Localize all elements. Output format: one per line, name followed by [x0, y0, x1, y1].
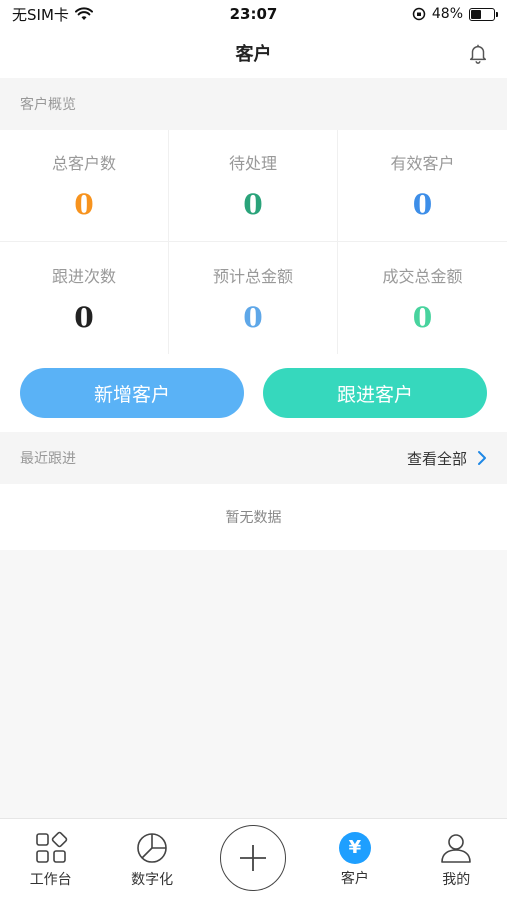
- stat-value: 0: [74, 188, 94, 221]
- tab-workbench[interactable]: 工作台: [6, 831, 96, 889]
- recent-header: 最近跟进 查看全部: [0, 432, 507, 484]
- pie-chart-icon: [137, 832, 167, 863]
- stat-pending[interactable]: 待处理 0: [169, 130, 338, 242]
- stat-deal-amount[interactable]: 成交总金额 0: [338, 242, 507, 354]
- status-bar: 无SIM卡 23:07 48%: [0, 0, 507, 28]
- tab-mine[interactable]: 我的: [411, 831, 501, 889]
- orientation-lock-icon: [412, 7, 426, 21]
- plus-button[interactable]: [220, 824, 287, 891]
- nav-bar: 客户: [0, 28, 507, 78]
- stat-label: 预计总金额: [212, 266, 293, 286]
- wifi-icon: [74, 7, 93, 20]
- stat-value: 0: [412, 300, 433, 334]
- recent-title: 最近跟进: [20, 451, 76, 467]
- overview-header: 客户概览: [0, 78, 507, 130]
- tab-label: 客户: [340, 870, 369, 887]
- chevron-right-icon: [478, 451, 486, 465]
- stats-grid: 总客户数 0 待处理 0 有效客户 0 跟进次数 0 预计总金额 0 成交总金额…: [0, 130, 507, 354]
- action-buttons: 新增客户 跟进客户: [0, 354, 507, 432]
- tab-bar: 工作台 数字化 ¥ 客户 我的: [0, 818, 507, 900]
- view-all-label: 查看全部: [406, 449, 467, 468]
- carrier-text: 无SIM卡: [12, 5, 69, 24]
- plus-icon: [240, 844, 267, 871]
- stat-label: 总客户数: [51, 154, 116, 173]
- tab-label: 工作台: [29, 871, 72, 888]
- tab-customer[interactable]: ¥ 客户: [310, 831, 400, 888]
- stat-value: 0: [74, 300, 94, 334]
- stat-label: 待处理: [228, 154, 277, 173]
- stat-label: 有效客户: [390, 154, 455, 173]
- stat-follow-count[interactable]: 跟进次数 0: [0, 242, 169, 354]
- grid-icon: [35, 831, 67, 863]
- follow-customer-button[interactable]: 跟进客户: [263, 368, 487, 418]
- add-customer-button[interactable]: 新增客户: [20, 368, 244, 418]
- status-left: 无SIM卡: [12, 4, 93, 25]
- battery-level: [471, 9, 482, 19]
- battery-percent: 48%: [431, 6, 463, 22]
- stat-label: 成交总金额: [382, 266, 463, 286]
- empty-state: 暂无数据: [0, 484, 507, 550]
- tab-add[interactable]: [208, 824, 298, 891]
- empty-text: 暂无数据: [225, 510, 282, 526]
- stat-total-customers[interactable]: 总客户数 0: [0, 130, 169, 242]
- status-right: 48%: [412, 6, 498, 22]
- page-title: 客户: [235, 44, 272, 65]
- stat-label: 跟进次数: [51, 266, 116, 286]
- battery-icon: [469, 7, 498, 21]
- overview-title: 客户概览: [20, 97, 76, 113]
- tab-label: 我的: [442, 871, 471, 888]
- view-all-link[interactable]: 查看全部: [407, 448, 487, 469]
- stat-valid-customers[interactable]: 有效客户 0: [338, 130, 507, 242]
- yuan-icon: ¥: [338, 831, 371, 864]
- user-icon: [441, 833, 472, 863]
- stat-value: 0: [412, 188, 433, 221]
- stat-estimated-amount[interactable]: 预计总金额 0: [169, 242, 338, 354]
- stat-value: 0: [243, 188, 263, 221]
- bell-icon[interactable]: [467, 42, 489, 64]
- tab-digital[interactable]: 数字化: [107, 831, 197, 889]
- stat-value: 0: [243, 300, 263, 334]
- tab-label: 数字化: [131, 871, 174, 888]
